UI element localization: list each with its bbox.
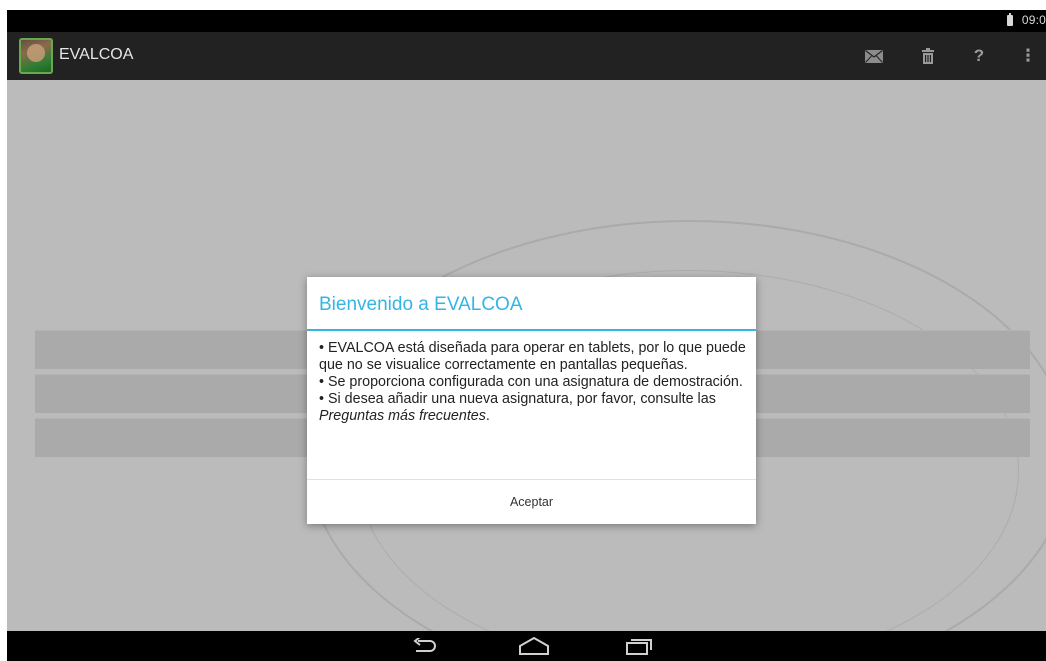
dialog-message-line: • EVALCOA está diseñada para operar en t… [319,340,746,373]
faq-link: Preguntas más frecuentes [319,408,486,424]
mail-icon[interactable] [863,44,885,68]
dialog-message: • EVALCOA está diseñada para operar en t… [319,340,749,425]
mail-icon-svg [865,49,883,63]
main-content: Bienvenido a EVALCOA • EVALCOA está dise… [7,80,1046,631]
dialog-text: • Si desea añadir una nueva asignatura, … [319,391,716,407]
dialog-text: . [485,408,490,424]
home-icon[interactable] [514,634,554,658]
help-icon[interactable]: ? [970,44,988,68]
dialog-title-divider [307,329,756,331]
dialog-message-line: • Si desea añadir una nueva asignatura, … [319,391,749,425]
overflow-menu-icon[interactable]: ⋮ [1020,44,1037,68]
action-bar: EVALCOA ? ⋮ [7,32,1046,80]
app-title: EVALCOA [59,46,134,63]
trash-icon[interactable] [919,44,937,68]
battery-icon [1007,13,1013,26]
app-logo-icon[interactable] [19,38,53,74]
device-screen: 09:0 EVALCOA ? ⋮ Bienvenido a EVALCOA • … [7,10,1046,661]
status-bar: 09:0 [7,10,1046,32]
dialog-message-line: • Se proporciona configurada con una asi… [319,374,743,390]
recents-icon[interactable] [619,634,659,658]
trash-icon-svg [922,48,934,64]
navigation-bar [7,631,1046,661]
welcome-dialog: Bienvenido a EVALCOA • EVALCOA está dise… [307,277,756,524]
recents-icon-svg [626,639,652,655]
accept-button[interactable]: Aceptar [307,480,756,524]
home-icon-svg [519,637,549,655]
back-icon[interactable] [405,634,445,658]
dialog-title: Bienvenido a EVALCOA [319,294,523,315]
back-icon-svg [413,638,436,652]
status-clock: 09:0 [1021,13,1046,27]
